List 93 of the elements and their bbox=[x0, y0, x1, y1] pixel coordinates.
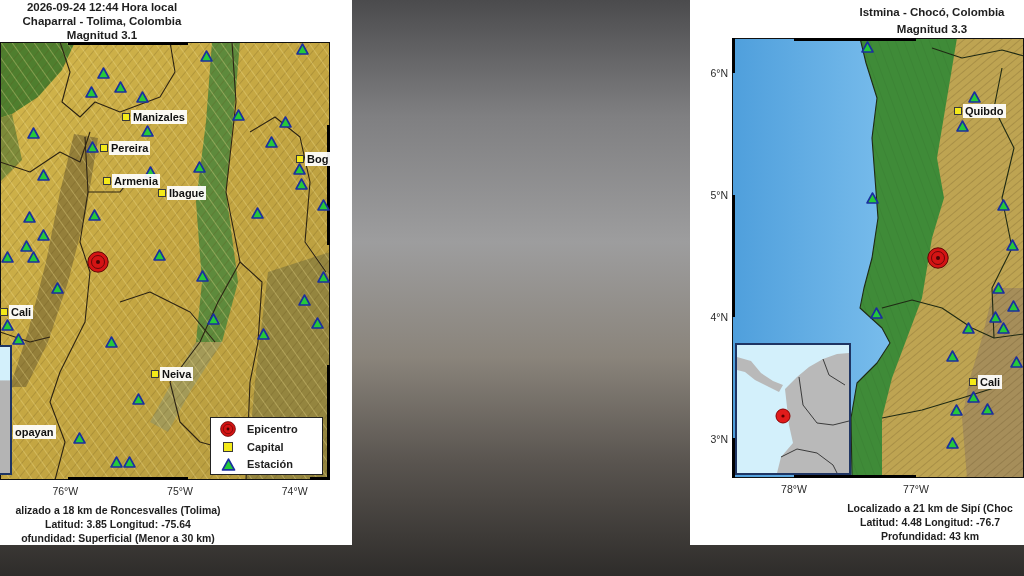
station-icon bbox=[996, 199, 1010, 211]
station-icon bbox=[256, 328, 270, 340]
station-icon bbox=[310, 317, 324, 329]
station-icon bbox=[945, 350, 959, 362]
station-icon bbox=[980, 403, 994, 415]
station-icon bbox=[945, 437, 959, 449]
map-caption-line: ofundidad: Superficial (Menor a 30 km) bbox=[21, 531, 215, 545]
map-caption-line: alizado a 18 km de Roncesvalles (Tolima) bbox=[15, 503, 221, 517]
axis-tick-label: 3°N bbox=[710, 432, 728, 446]
map-title-line: 2026-09-24 12:44 Hora local bbox=[26, 0, 178, 14]
city-label: Armenia bbox=[112, 174, 161, 188]
station-icon bbox=[292, 163, 306, 175]
station-icon bbox=[865, 192, 879, 204]
station-icon bbox=[113, 81, 127, 93]
map-caption-line: Profundidad: 43 km bbox=[881, 529, 979, 543]
city-label: Ibague bbox=[167, 186, 207, 200]
station-icon bbox=[250, 207, 264, 219]
station-icon bbox=[869, 307, 883, 319]
legend-label: Capital bbox=[247, 440, 284, 454]
station-icon bbox=[11, 333, 25, 345]
station-icon bbox=[991, 282, 1005, 294]
axis-tick-label: 4°N bbox=[710, 310, 728, 324]
station-icon bbox=[199, 50, 213, 62]
axis-tick-label: 6°N bbox=[710, 66, 728, 80]
station-icon bbox=[949, 404, 963, 416]
station-icon bbox=[36, 229, 50, 241]
station-icon bbox=[1005, 239, 1019, 251]
map-title-line: Magnitud 3.1 bbox=[66, 28, 138, 42]
city-label: Cali bbox=[9, 305, 34, 319]
station-icon bbox=[85, 141, 99, 153]
station-icon bbox=[36, 169, 50, 181]
axis-tick-label: 77°W bbox=[903, 482, 929, 496]
station-icon bbox=[220, 457, 236, 471]
axis-tick-label: 76°W bbox=[52, 484, 79, 498]
station-icon bbox=[316, 199, 330, 211]
capital-square-icon bbox=[223, 442, 233, 452]
epicenter-icon bbox=[927, 247, 949, 269]
station-icon bbox=[109, 456, 123, 468]
epicenter-icon bbox=[87, 251, 109, 273]
station-icon bbox=[26, 127, 40, 139]
station-icon bbox=[26, 251, 40, 263]
station-icon bbox=[50, 282, 64, 294]
station-icon bbox=[195, 270, 209, 282]
station-icon bbox=[231, 109, 245, 121]
station-icon bbox=[996, 322, 1010, 334]
station-icon bbox=[295, 43, 309, 55]
station-icon bbox=[192, 161, 206, 173]
station-icon bbox=[84, 86, 98, 98]
city-label: Bog bbox=[305, 152, 331, 166]
station-icon bbox=[294, 178, 308, 190]
city-label: Cali bbox=[978, 375, 1003, 389]
legend-label: Epicentro bbox=[247, 422, 298, 436]
station-icon bbox=[297, 294, 311, 306]
station-icon bbox=[19, 240, 33, 252]
axis-tick-label: 75°W bbox=[167, 484, 193, 498]
map-caption-line: Localizado a 21 km de Sipí (Choc bbox=[847, 501, 1013, 515]
map-caption-line: Latitud: 3.85 Longitud: -75.64 bbox=[45, 517, 191, 531]
map-title-line: Chaparral - Tolima, Colombia bbox=[22, 14, 182, 28]
station-icon bbox=[206, 313, 220, 325]
station-icon bbox=[135, 91, 149, 103]
station-icon bbox=[988, 311, 1002, 323]
station-icon bbox=[72, 432, 86, 444]
map-title-line: Istmina - Chocó, Colombia bbox=[859, 5, 1005, 20]
station-icon bbox=[278, 116, 292, 128]
city-label: Pereira bbox=[109, 141, 151, 155]
axis-tick-label: 74°W bbox=[281, 484, 308, 498]
station-icon bbox=[316, 271, 330, 283]
station-icon bbox=[264, 136, 278, 148]
station-icon bbox=[961, 322, 975, 334]
station-icon bbox=[0, 251, 14, 263]
station-icon bbox=[1009, 356, 1023, 368]
station-icon bbox=[22, 211, 36, 223]
city-label: opayan bbox=[13, 425, 56, 439]
epicenter-icon bbox=[220, 421, 236, 437]
map-caption-line: Latitud: 4.48 Longitud: -76.7 bbox=[860, 515, 1000, 529]
axis-tick-label: 78°W bbox=[781, 482, 807, 496]
station-icon bbox=[1006, 300, 1020, 312]
station-icon bbox=[87, 209, 101, 221]
station-icon bbox=[966, 391, 980, 403]
station-icon bbox=[96, 67, 110, 79]
station-icon bbox=[152, 249, 166, 261]
city-label: Quibdo bbox=[963, 104, 1006, 118]
station-icon bbox=[0, 319, 14, 331]
station-icon bbox=[955, 120, 969, 132]
city-label: Neiva bbox=[160, 367, 194, 381]
city-label: Manizales bbox=[131, 110, 187, 124]
map-title-line: Magnitud 3.3 bbox=[896, 22, 968, 37]
station-icon bbox=[104, 336, 118, 348]
station-icon bbox=[131, 393, 145, 405]
station-icon bbox=[122, 456, 136, 468]
axis-tick-label: 5°N bbox=[710, 188, 728, 202]
legend-label: Estación bbox=[247, 457, 293, 471]
epicenter-icon bbox=[775, 408, 791, 424]
